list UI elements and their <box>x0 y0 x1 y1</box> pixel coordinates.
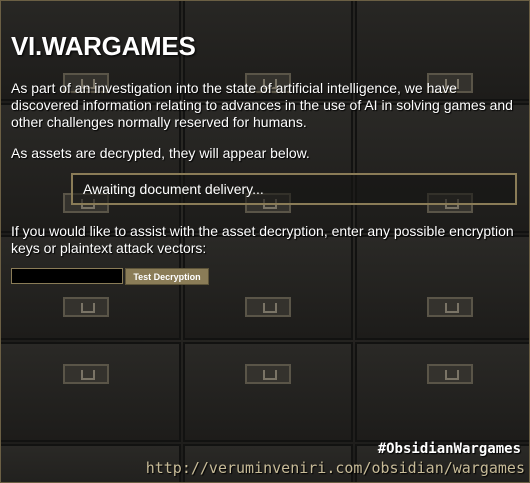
page-frame: VI.WARGAMES As part of an investigation … <box>0 0 530 483</box>
hashtag-text: #ObsidianWargames <box>377 441 521 457</box>
assist-prompt: If you would like to assist with the ass… <box>11 223 514 256</box>
decryption-key-input[interactable] <box>11 268 123 284</box>
document-delivery-box: Awaiting document delivery... <box>71 173 517 205</box>
assets-note: As assets are decrypted, they will appea… <box>11 145 310 161</box>
intro-text: As part of an investigation into the sta… <box>11 80 513 130</box>
main-content: VI.WARGAMES As part of an investigation … <box>1 1 529 482</box>
delivery-status-text: Awaiting document delivery... <box>83 181 264 197</box>
site-url-text: http://veruminveniri.com/obsidian/wargam… <box>145 459 525 477</box>
test-decryption-button[interactable]: Test Decryption <box>125 268 209 285</box>
page-title: VI.WARGAMES <box>11 31 196 61</box>
